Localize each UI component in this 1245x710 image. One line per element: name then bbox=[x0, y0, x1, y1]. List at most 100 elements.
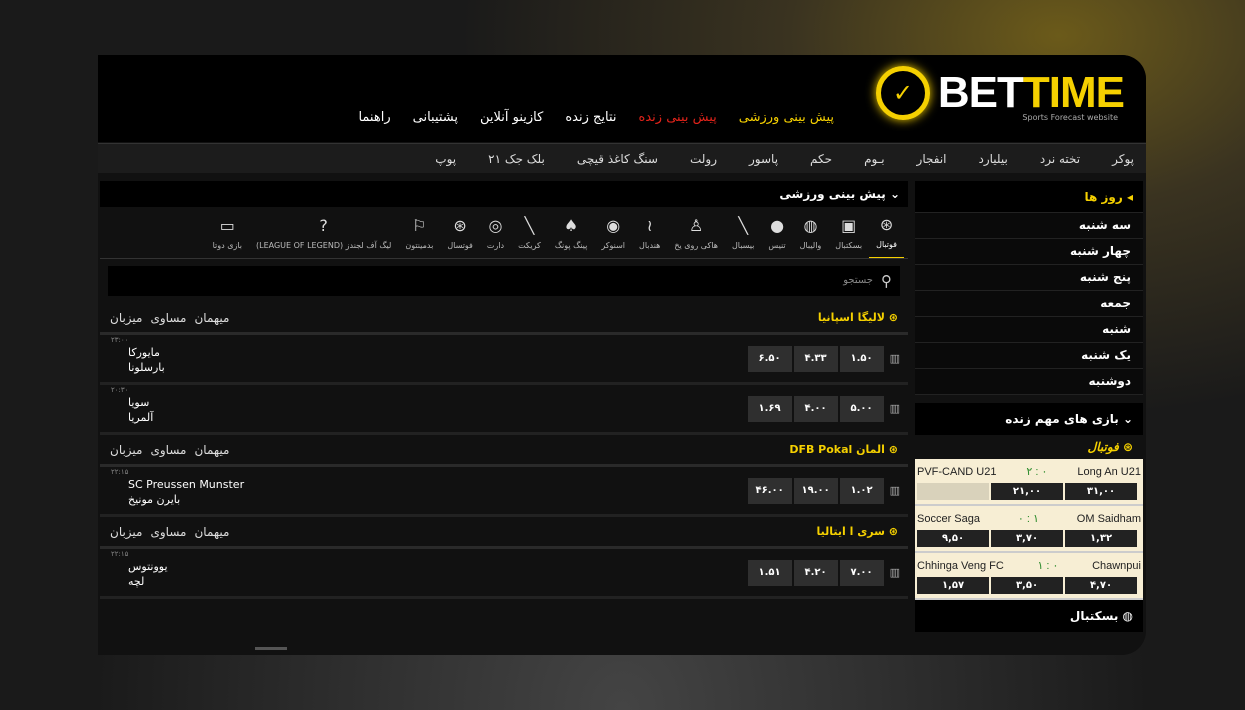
nav-live-prediction[interactable]: پیش بینی زنده bbox=[639, 109, 717, 127]
sport-tab[interactable]: ⊛ فوتبال bbox=[869, 207, 904, 258]
match-row: ▥ ۷.۰۰ ۴.۲۰ ۱.۵۱ ۲۲:۱۵ یوونتوس لچه bbox=[100, 549, 908, 599]
odds-button[interactable]: ۹,۵۰ bbox=[917, 530, 989, 547]
nav-online-casino[interactable]: کازینو آنلاین bbox=[480, 109, 543, 127]
nav-support[interactable]: پشتیبانی bbox=[413, 109, 458, 127]
league-name[interactable]: ⊛ سری ا ایتالیا bbox=[817, 525, 899, 539]
odds-button[interactable]: ۳۱,۰۰ bbox=[1065, 483, 1137, 500]
odds-button[interactable]: ۳,۵۰ bbox=[991, 577, 1063, 594]
sport-tab-label: بیسبال bbox=[731, 240, 755, 250]
sport-tab[interactable]: ? لیگ آف لجندز (LEAGUE OF LEGEND) bbox=[249, 207, 398, 258]
sport-icon: ≀ bbox=[646, 215, 653, 235]
nav-live-results[interactable]: نتایج زنده bbox=[565, 109, 616, 127]
sport-tab[interactable]: ⚐ بدمینتون bbox=[398, 207, 440, 258]
days-header[interactable]: ◂ روز ها bbox=[915, 181, 1143, 213]
sport-icon: ◎ bbox=[488, 215, 503, 235]
sport-tab[interactable]: ▭ بازی دوتا bbox=[206, 207, 249, 258]
sport-tab[interactable]: ≀ هندبال bbox=[632, 207, 667, 258]
football-icon: ⊛ bbox=[884, 310, 898, 324]
game-link[interactable]: انفجار bbox=[917, 151, 947, 167]
day-item[interactable]: دوشنبه bbox=[915, 369, 1143, 395]
odds-button[interactable]: ۵.۰۰ bbox=[839, 395, 884, 422]
sport-tab[interactable]: ◉ اسنوکر bbox=[594, 207, 632, 258]
game-link[interactable]: رولت bbox=[690, 151, 717, 167]
sport-tab[interactable]: ◎ دارت bbox=[480, 207, 511, 258]
header: ✓ BETTIME Sports Forecast website پیش بی… bbox=[98, 55, 1146, 142]
league-name[interactable]: ⊛ لالیگا اسپانیا bbox=[818, 311, 898, 325]
odds-button[interactable]: ۷.۰۰ bbox=[839, 559, 884, 586]
day-item[interactable]: شنبه bbox=[915, 317, 1143, 343]
horizontal-scrollbar[interactable] bbox=[255, 647, 287, 650]
main-header[interactable]: ⌄ پیش بینی ورزشی bbox=[100, 181, 908, 207]
stats-icon[interactable]: ▥ bbox=[890, 484, 900, 498]
live-sport-football[interactable]: ⊛ فوتبال bbox=[915, 435, 1143, 459]
day-item[interactable]: چهار شنبه bbox=[915, 239, 1143, 265]
game-link[interactable]: بیلیارد bbox=[979, 151, 1008, 167]
team-name: مایورکا bbox=[128, 345, 160, 359]
game-link[interactable]: بلک جک ۲۱ bbox=[488, 151, 545, 167]
match-row: ▥ ۱.۰۲ ۱۹.۰۰ ۴۶.۰۰ ۲۲:۱۵ SC Preussen Munster ب… bbox=[100, 467, 908, 517]
nav-help[interactable]: راهنما bbox=[358, 109, 390, 127]
odds-button[interactable]: ۳,۷۰ bbox=[991, 530, 1063, 547]
odds-button[interactable]: ۱۹.۰۰ bbox=[793, 477, 838, 504]
nav-sports-prediction[interactable]: پیش بینی ورزشی bbox=[739, 109, 834, 127]
odds-button[interactable]: ۴,۷۰ bbox=[1065, 577, 1137, 594]
sport-icon: ╲ bbox=[524, 215, 535, 235]
sport-tab[interactable]: ● تنیس bbox=[761, 207, 792, 258]
live-sport-label: فوتبال bbox=[1087, 440, 1119, 454]
sport-tab[interactable]: ▣ بسکتبال bbox=[828, 207, 869, 258]
sport-tab[interactable]: ♙ هاکی روی یخ bbox=[667, 207, 725, 258]
game-link[interactable]: حکم bbox=[810, 151, 832, 167]
game-link[interactable]: پوکر bbox=[1112, 151, 1134, 167]
game-link[interactable]: بـوم bbox=[864, 151, 884, 167]
sport-icon: ♙ bbox=[688, 215, 704, 235]
sport-tab-label: بازی دوتا bbox=[212, 240, 242, 250]
odds-button[interactable]: ۴.۲۰ bbox=[793, 559, 838, 586]
stats-icon[interactable]: ▥ bbox=[890, 402, 900, 416]
game-link[interactable]: پاسور bbox=[749, 151, 778, 167]
sport-tab-label: بدمینتون bbox=[405, 240, 434, 250]
odds-button[interactable]: ۴.۰۰ bbox=[793, 395, 838, 422]
sport-icon: ◉ bbox=[606, 215, 621, 235]
odds-button[interactable]: ۲۱,۰۰ bbox=[991, 483, 1063, 500]
search-input[interactable]: جستجو bbox=[843, 274, 873, 288]
sport-tab[interactable]: ╲ بیسبال bbox=[725, 207, 761, 258]
odds-button[interactable] bbox=[917, 483, 989, 500]
sport-tab[interactable]: ◍ والیبال bbox=[793, 207, 829, 258]
main-title: پیش بینی ورزشی bbox=[779, 187, 886, 201]
day-item[interactable]: یک شنبه bbox=[915, 343, 1143, 369]
game-link[interactable]: تخته نرد bbox=[1040, 151, 1080, 167]
day-item[interactable]: سه شنبه bbox=[915, 213, 1143, 239]
league-title: لالیگا اسپانیا bbox=[817, 310, 885, 324]
stats-icon[interactable]: ▥ bbox=[890, 352, 900, 366]
sport-tab[interactable]: ╲ کریکت bbox=[511, 207, 548, 258]
match-time: ۲۰:۳۰ bbox=[111, 385, 129, 394]
odds-button[interactable]: ۴۶.۰۰ bbox=[747, 477, 792, 504]
day-item[interactable]: پنج شنبه bbox=[915, 265, 1143, 291]
odds-button[interactable]: ۱,۳۲ bbox=[1065, 530, 1137, 547]
league-name[interactable]: ⊛ المان DFB Pokal bbox=[789, 443, 898, 457]
game-link[interactable]: سنگ کاغذ قیچی bbox=[577, 151, 658, 167]
sport-tab[interactable]: ♠ پینگ پونگ bbox=[548, 207, 595, 258]
odds-button[interactable]: ۱.۵۰ bbox=[839, 345, 884, 372]
search-bar[interactable]: ⚲ جستجو bbox=[108, 266, 900, 296]
game-link[interactable]: پوپ bbox=[435, 151, 456, 167]
live-box: ⌄ بازی های مهم زنده ⊛ فوتبال PVF-CAND U2… bbox=[915, 403, 1143, 632]
live-sport-basketball[interactable]: ◍ بسکتبال bbox=[915, 600, 1143, 632]
odds-button[interactable]: ۴.۳۳ bbox=[793, 345, 838, 372]
sport-icon: ⊛ bbox=[453, 215, 467, 235]
odds-button[interactable]: ۱.۶۹ bbox=[747, 395, 792, 422]
sport-tab[interactable]: ⊛ فوتسال bbox=[440, 207, 480, 258]
col-draw: مساوی bbox=[150, 524, 187, 539]
odds-button[interactable]: ۱.۰۲ bbox=[839, 477, 884, 504]
sport-icon: ⊛ bbox=[879, 214, 894, 234]
live-header[interactable]: ⌄ بازی های مهم زنده bbox=[915, 403, 1143, 435]
day-item[interactable]: جمعه bbox=[915, 291, 1143, 317]
col-home: میزبان bbox=[110, 524, 143, 539]
team-name: بارسلونا bbox=[128, 360, 165, 374]
main-content: ⌄ پیش بینی ورزشی ⊛ فوتبال ▣ بسکتبال ◍ والیبال… bbox=[100, 181, 908, 651]
odds-button[interactable]: ۱,۵۷ bbox=[917, 577, 989, 594]
odds-button[interactable]: ۶.۵۰ bbox=[747, 345, 792, 372]
stats-icon[interactable]: ▥ bbox=[890, 566, 900, 580]
odds-button[interactable]: ۱.۵۱ bbox=[747, 559, 792, 586]
chevron-down-icon: ⌄ bbox=[885, 187, 900, 201]
